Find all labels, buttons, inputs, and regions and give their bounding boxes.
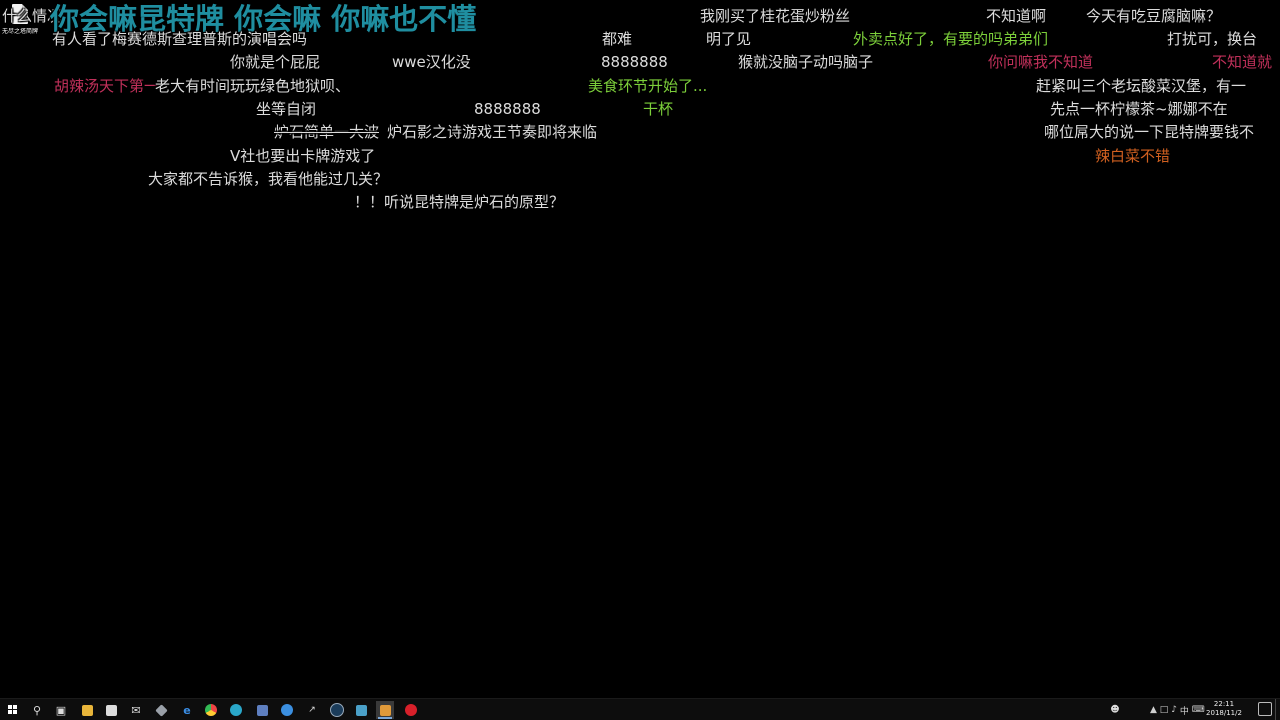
desktop-background: 无尽之塔简牌 什么情况 你会嘛昆特牌 你会嘛 你嘛也不懂 我刚买了桂花蛋炒粉丝 … bbox=[0, 0, 1280, 698]
danmaku-comment: 你就是个屁屁 bbox=[230, 53, 321, 71]
volume-icon[interactable]: ♪ bbox=[1171, 705, 1177, 715]
danmaku-comment: 美食环节开始了... bbox=[588, 77, 708, 95]
clock-time: 22:11 bbox=[1213, 700, 1235, 708]
app-icon[interactable] bbox=[253, 701, 271, 719]
netease-music-icon[interactable] bbox=[402, 701, 420, 719]
keyboard-icon[interactable]: ⌨ bbox=[1192, 705, 1205, 715]
windows-logo-icon bbox=[8, 705, 18, 715]
network-icon[interactable]: □ bbox=[1160, 705, 1169, 715]
edge-browser-icon[interactable]: e bbox=[178, 701, 196, 719]
danmaku-comment: V社也要出卡牌游戏了 bbox=[230, 147, 376, 165]
danmaku-comment: 大家都不告诉猴，我看他能过几关？ bbox=[148, 170, 389, 188]
task-view-icon[interactable]: ▣ bbox=[52, 701, 70, 719]
taskbar-clock[interactable]: 22:11 2018/11/2 bbox=[1204, 700, 1244, 718]
danmaku-comment: 明了见 bbox=[706, 30, 752, 48]
danmaku-comment: 8888888 bbox=[474, 100, 541, 118]
store-icon[interactable] bbox=[102, 701, 120, 719]
active-app-icon[interactable] bbox=[376, 701, 394, 719]
steam-icon[interactable] bbox=[328, 701, 346, 719]
people-icon[interactable]: ☻ bbox=[1106, 701, 1124, 719]
notification-center-icon[interactable] bbox=[1258, 702, 1272, 716]
danmaku-comment: 先点一杯柠檬茶~娜娜不在 bbox=[1050, 100, 1228, 118]
danmaku-comment: 不知道就 bbox=[1212, 53, 1273, 71]
danmaku-comment: 8888888 bbox=[601, 53, 668, 71]
danmaku-comment: 老大有时间玩玩绿色地狱呗、 bbox=[155, 77, 351, 95]
danmaku-comment: 不知道啊 bbox=[986, 7, 1047, 25]
browser-icon[interactable] bbox=[227, 701, 245, 719]
danmaku-comment: 有人看了梅赛德斯查理普斯的演唱会吗 bbox=[52, 30, 308, 48]
desktop-shortcut-label: 无尽之塔简牌 bbox=[2, 28, 39, 35]
danmaku-comment: 外卖点好了，有要的吗弟弟们 bbox=[853, 30, 1049, 48]
danmaku-comment: 打扰可，换台 bbox=[1167, 30, 1258, 48]
danmaku-comment: 辣白菜不错 bbox=[1095, 147, 1171, 165]
danmaku-comment: 今天有吃豆腐脑嘛？ bbox=[1086, 7, 1222, 25]
app-icon[interactable] bbox=[352, 701, 370, 719]
danmaku-comment: 炉石简单一大波 bbox=[274, 123, 380, 141]
danmaku-comment: 炉石影之诗游戏王节奏即将来临 bbox=[387, 123, 598, 141]
ie-icon[interactable] bbox=[278, 701, 296, 719]
clock-date: 2018/11/2 bbox=[1206, 709, 1242, 717]
danmaku-comment: 赶紧叫三个老坛酸菜汉堡，有一 bbox=[1036, 77, 1247, 95]
file-explorer-icon[interactable] bbox=[78, 701, 96, 719]
start-button[interactable] bbox=[4, 701, 22, 719]
system-tray: ▲ □ ♪ 中 ⌨ bbox=[1150, 701, 1205, 719]
danmaku-comment: 我刚买了桂花蛋炒粉丝 bbox=[700, 7, 851, 25]
show-desktop-button[interactable] bbox=[1275, 699, 1280, 720]
tool-icon[interactable]: ↗ bbox=[303, 701, 321, 719]
danmaku-comment: 猴就没脑子动吗脑子 bbox=[738, 53, 874, 71]
taskbar: ⚲ ▣ ✉ e ↗ ☻ ▲ □ ♪ 中 ⌨ 22:11 2018/11/2 bbox=[0, 698, 1280, 720]
danmaku-comment: wwe汉化没 bbox=[392, 53, 471, 71]
danmaku-comment: 哪位屌大的说一下昆特牌要钱不 bbox=[1044, 123, 1255, 141]
cube-app-icon[interactable] bbox=[152, 701, 170, 719]
ime-icon[interactable]: 中 bbox=[1180, 704, 1189, 717]
search-icon[interactable]: ⚲ bbox=[28, 701, 46, 719]
danmaku-comment: ！！听说昆特牌是炉石的原型？ bbox=[354, 193, 565, 211]
danmaku-comment: 干杯 bbox=[643, 100, 674, 118]
danmaku-comment: 都难 bbox=[602, 30, 633, 48]
tray-arrow-icon[interactable]: ▲ bbox=[1150, 705, 1157, 715]
danmaku-comment: 坐等自闭 bbox=[256, 100, 317, 118]
chrome-icon[interactable] bbox=[202, 701, 220, 719]
danmaku-comment: 胡辣汤天下第一 bbox=[54, 77, 160, 95]
mail-icon[interactable]: ✉ bbox=[127, 701, 145, 719]
danmaku-comment: 你问嘛我不知道 bbox=[988, 53, 1094, 71]
